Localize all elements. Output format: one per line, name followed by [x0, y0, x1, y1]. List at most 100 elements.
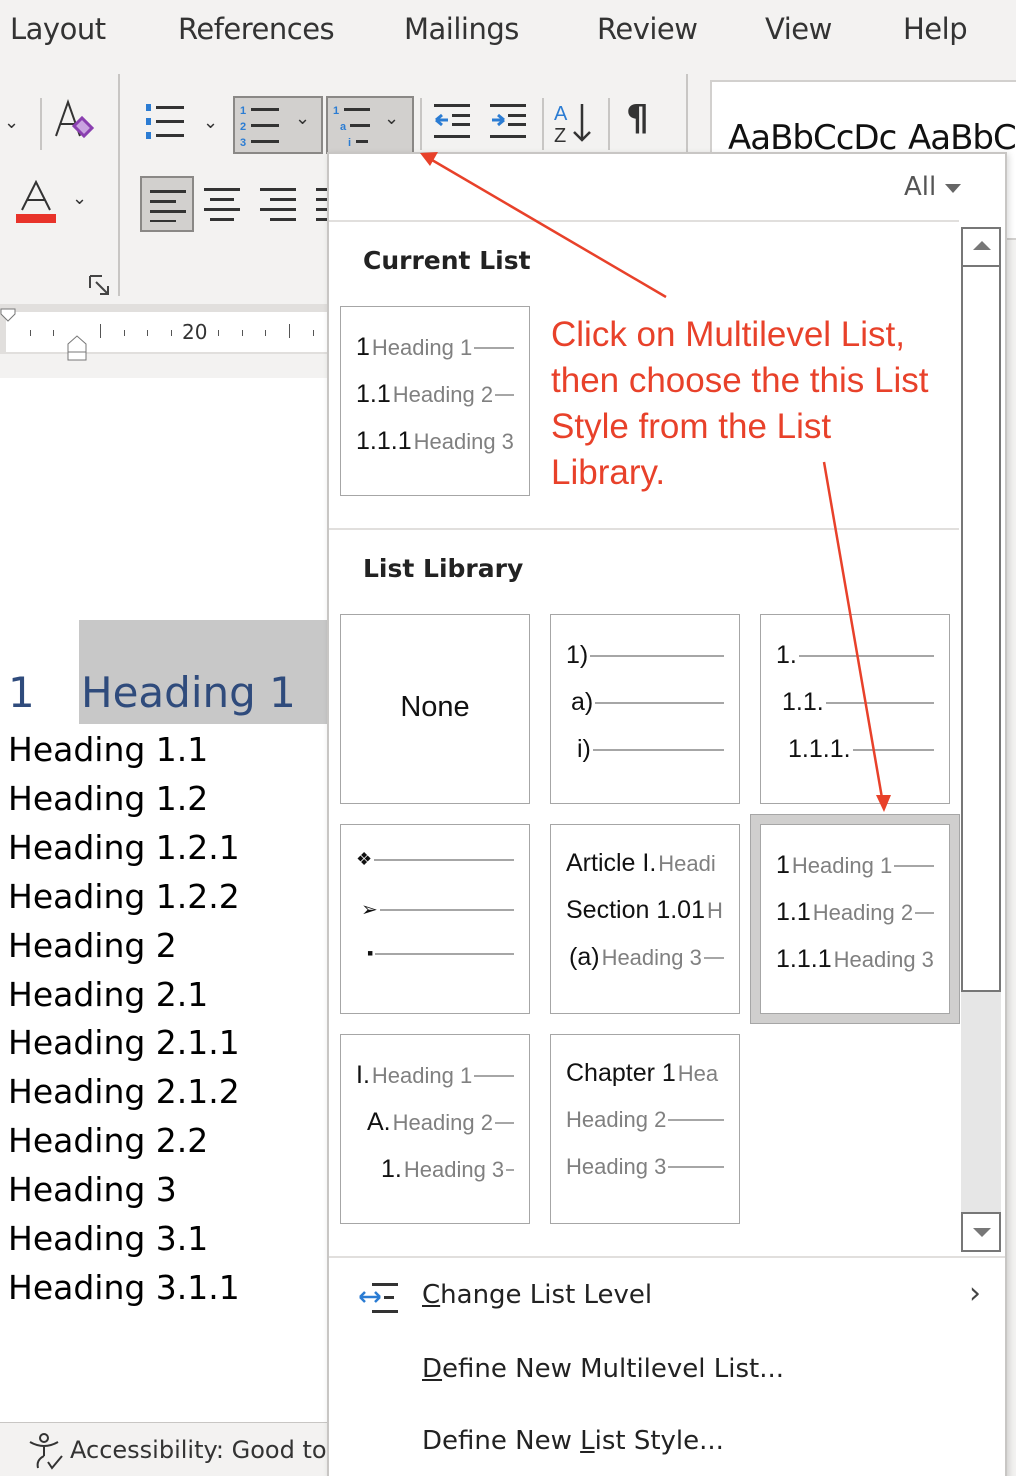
accessibility-icon[interactable]: [26, 1432, 66, 1472]
scroll-up-button[interactable]: [961, 227, 1001, 267]
list-style-outline[interactable]: I. Heading 1 A. Heading 2 1. Heading 3: [340, 1034, 530, 1224]
ribbon-tab-bar: Layout References Mailings Review View H…: [0, 0, 1016, 64]
align-left-button[interactable]: [140, 176, 194, 232]
divider: [118, 74, 120, 296]
list-style-chapter[interactable]: Chapter 1 Hea Heading 2 Heading 3: [550, 1034, 740, 1224]
tab-view[interactable]: View: [765, 12, 832, 46]
divider: [40, 98, 42, 150]
document-heading-line[interactable]: Heading 2.1.1: [8, 1023, 240, 1062]
list-style-decimal[interactable]: 1. 1.1. 1.1.1.: [760, 614, 950, 804]
tab-help[interactable]: Help: [903, 12, 968, 46]
caret-down-icon[interactable]: [945, 184, 961, 193]
list-level-1: 1 Heading 1: [356, 333, 514, 362]
list-level-3: Heading 3: [566, 1154, 724, 1180]
list-style-none[interactable]: None: [340, 614, 530, 804]
document-heading-line[interactable]: Heading 1.1: [8, 730, 208, 769]
scroll-down-button[interactable]: [961, 1212, 1001, 1252]
list-style-heading-numbered[interactable]: 1 Heading 1 1.1 Heading 2 1.1.1 Heading 3: [760, 824, 950, 1014]
change-list-level-icon: [359, 1283, 398, 1313]
svg-text:2: 2: [240, 121, 246, 133]
bullets-icon[interactable]: [144, 100, 188, 144]
diamond-bullet-icon: ❖: [356, 849, 373, 869]
multilevel-list-button[interactable]: 1 a i ⌄: [326, 96, 414, 154]
document-heading-line[interactable]: Heading 3: [8, 1170, 177, 1209]
list-level-2: 1.1 Heading 2: [356, 380, 514, 409]
divider: [329, 1256, 1005, 1258]
list-level-3: (a) Heading 3: [569, 943, 724, 972]
tab-review[interactable]: Review: [597, 12, 698, 46]
ruler-tick: [289, 324, 290, 338]
document-heading-line[interactable]: Heading 3.1: [8, 1219, 208, 1258]
change-list-level-menu-item[interactable]: Change List Level ›: [330, 1264, 1005, 1330]
document-heading-line[interactable]: Heading 2: [8, 926, 177, 965]
numbering-button[interactable]: 1 2 3 ⌄: [233, 96, 323, 154]
arrow-up-icon: [973, 241, 991, 250]
divider: [608, 98, 610, 150]
document-heading-line[interactable]: Heading 3.1.1: [8, 1268, 240, 1307]
ruler-tick: [100, 324, 101, 338]
heading1-number: 1: [8, 668, 35, 717]
sort-icon[interactable]: A Z: [552, 100, 596, 146]
pilcrow-icon[interactable]: ¶: [626, 98, 649, 139]
ruler-tick: [171, 330, 172, 336]
hanging-indent-marker[interactable]: [66, 334, 90, 362]
decrease-indent-icon[interactable]: [432, 102, 474, 142]
define-new-list-style-menu-item[interactable]: Define New List Style...: [330, 1410, 1005, 1476]
align-right-icon[interactable]: [260, 184, 298, 224]
document-heading-line[interactable]: Heading 2.1.2: [8, 1072, 240, 1111]
align-center-icon[interactable]: [204, 184, 242, 224]
ruler-tick: [313, 330, 314, 336]
horizontal-ruler[interactable]: [6, 312, 330, 352]
svg-text:A: A: [554, 103, 568, 125]
list-level-3: 1.1.1 Heading 3: [776, 945, 934, 973]
list-level-3: 1.1.1 Heading 3: [356, 427, 514, 455]
list-style-paren[interactable]: 1) a) i): [550, 614, 740, 804]
filter-dropdown[interactable]: All: [904, 172, 936, 202]
document-heading-line[interactable]: Heading 1.2.1: [8, 828, 240, 867]
svg-text:3: 3: [240, 137, 246, 149]
list-level-3: 1.1.1.: [788, 735, 934, 764]
tab-mailings[interactable]: Mailings: [404, 12, 519, 46]
list-style-article[interactable]: Article I. Headi Section 1.01 H (a) Heading…: [550, 824, 740, 1014]
list-level-3: 1. Heading 3: [381, 1155, 514, 1184]
svg-text:1: 1: [333, 105, 339, 117]
document-heading-line[interactable]: Heading 1.2.2: [8, 877, 240, 916]
document-heading-line[interactable]: Heading 2.2: [8, 1121, 208, 1160]
document-heading-line[interactable]: Heading 2.1: [8, 975, 208, 1014]
divider: [329, 528, 959, 530]
list-level-1: 1): [566, 641, 724, 670]
document-heading-line[interactable]: Heading 1.2: [8, 779, 208, 818]
ruler-tick: [242, 330, 243, 336]
ruler-tick: [265, 330, 266, 336]
accessibility-status[interactable]: Accessibility: Good to: [70, 1436, 327, 1464]
scrollbar-thumb[interactable]: [961, 265, 1001, 992]
current-list-tile[interactable]: 1 Heading 1 1.1 Heading 2 1.1.1 Heading 3: [340, 306, 530, 496]
chevron-right-icon: ›: [969, 1276, 981, 1311]
list-level-1: Article I. Headi: [566, 849, 716, 877]
increase-indent-icon[interactable]: [488, 102, 530, 142]
list-style-bullets[interactable]: ❖ ➢ ▪: [340, 824, 530, 1014]
tab-references[interactable]: References: [178, 12, 335, 46]
dialog-launcher-icon[interactable]: [88, 274, 112, 296]
svg-text:a: a: [340, 121, 347, 133]
clear-formatting-icon[interactable]: [52, 98, 96, 144]
list-level-3: ▪: [367, 943, 514, 964]
multilevel-list-icon: 1 a i: [333, 105, 370, 149]
list-level-1: 1 Heading 1: [776, 851, 934, 880]
font-color-icon[interactable]: [14, 180, 58, 226]
list-level-2: ➢: [361, 897, 514, 922]
tab-layout[interactable]: Layout: [10, 12, 106, 46]
heading1-text[interactable]: Heading 1: [81, 668, 296, 717]
list-level-1: Chapter 1 Hea: [566, 1059, 719, 1087]
list-level-2: a): [571, 688, 724, 717]
divider: [420, 98, 422, 150]
arrow-bullet-icon: ➢: [361, 899, 378, 921]
chevron-down-icon[interactable]: ⌄: [203, 112, 218, 133]
list-level-1: I. Heading 1: [356, 1061, 514, 1090]
chevron-down-icon[interactable]: ⌄: [72, 188, 87, 209]
svg-text:Z: Z: [554, 125, 566, 146]
define-new-multilevel-list-menu-item[interactable]: Define New Multilevel List...: [330, 1338, 1005, 1404]
first-line-indent-marker[interactable]: [0, 308, 18, 330]
chevron-down-icon[interactable]: ⌄: [4, 112, 19, 133]
current-list-heading: Current List: [363, 246, 531, 275]
